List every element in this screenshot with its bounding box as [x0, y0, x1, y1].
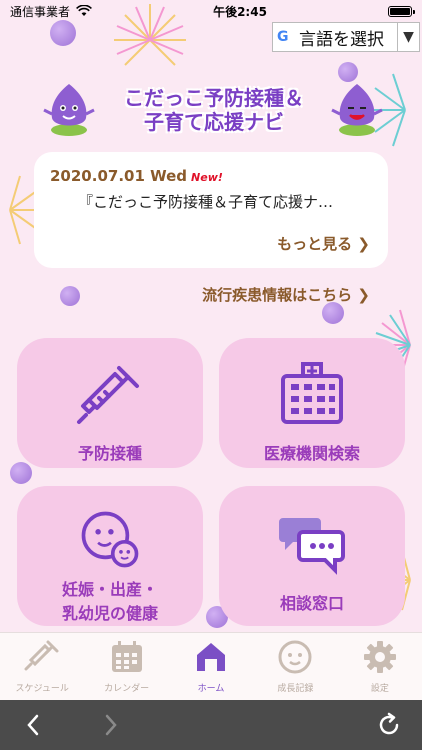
hospital-search-label: 医療機関検索 — [263, 444, 360, 463]
berry-decoration — [10, 462, 32, 484]
new-badge: New! — [191, 171, 223, 184]
consultation-label: 相談窓口 — [279, 594, 344, 613]
dropdown-arrow-icon: ▼ — [397, 23, 419, 51]
tab-schedule-label: スケジュール — [15, 684, 69, 694]
app-header: こだっこ予防接種＆ 子育て応援ナビ — [0, 80, 422, 140]
tab-home[interactable]: ホーム — [169, 633, 253, 700]
language-select-label: 言語を選択 — [299, 29, 384, 50]
maternal-child-health-label: 妊娠・出産・ 乳幼児の健康 — [62, 578, 158, 626]
tab-growth-record[interactable]: 成長記録 — [253, 633, 337, 700]
maternal-child-health-label-line1: 妊娠・出産・ — [61, 580, 158, 599]
vaccination-label: 予防接種 — [77, 444, 142, 463]
more-news-label: もっと見る — [277, 235, 353, 253]
tab-growth-record-label: 成長記録 — [277, 684, 314, 694]
chat-bubbles-icon — [279, 518, 345, 575]
maternal-child-health-tile[interactable]: 妊娠・出産・ 乳幼児の健康 — [17, 486, 203, 626]
tab-home-label: ホーム — [197, 684, 225, 694]
app-title-line1: こだっこ予防接種＆ — [124, 86, 304, 110]
google-logo: G — [277, 29, 289, 45]
reload-button[interactable] — [364, 700, 414, 750]
news-headline[interactable]: 『こだっこ予防接種＆子育て応援ナ… — [50, 191, 372, 212]
berry-decoration — [338, 62, 358, 82]
baby-face-icon — [278, 640, 312, 674]
berry-decoration — [60, 286, 80, 306]
mascot-icon — [331, 84, 383, 136]
app-title: こだっこ予防接種＆ 子育て応援ナビ — [104, 86, 324, 134]
chevron-right-icon — [105, 714, 117, 736]
wifi-icon — [76, 5, 92, 16]
back-button[interactable] — [8, 700, 58, 750]
gear-icon — [363, 641, 396, 673]
news-card: 2020.07.01 Wed New! 『こだっこ予防接種＆子育て応援ナ… もっと… — [34, 152, 388, 268]
epidemic-info-label: 流行疾患情報はこちら — [202, 286, 353, 304]
more-news-link[interactable]: もっと見る ❯ — [277, 233, 370, 254]
news-header: 2020.07.01 Wed New! — [50, 166, 372, 185]
tab-calendar-label: カレンダー — [104, 684, 150, 694]
consultation-tile[interactable]: 相談窓口 — [219, 486, 405, 626]
app-title-line2: 子育て応援ナビ — [144, 110, 284, 134]
epidemic-info-link[interactable]: 流行疾患情報はこちら ❯ — [202, 284, 370, 305]
language-select[interactable]: G 言語を選択 ▼ — [272, 22, 420, 52]
carrier-label: 通信事業者 — [10, 4, 71, 19]
calendar-icon — [111, 641, 142, 672]
vaccination-tile[interactable]: 予防接種 — [17, 338, 203, 468]
tab-settings[interactable]: 設定 — [338, 633, 422, 700]
bottom-tab-bar: スケジュール カレンダー ホーム 成長記録 設定 — [0, 632, 422, 700]
status-bar: 通信事業者 午後2:45 — [0, 0, 422, 22]
berry-decoration — [322, 302, 344, 324]
news-date: 2020.07.01 Wed — [50, 167, 188, 185]
battery-icon — [388, 5, 415, 17]
tab-calendar[interactable]: カレンダー — [84, 633, 168, 700]
tab-schedule[interactable]: スケジュール — [0, 633, 84, 700]
maternal-child-health-label-line2: 乳幼児の健康 — [61, 604, 158, 623]
berry-decoration — [50, 20, 76, 46]
hospital-icon — [281, 362, 343, 424]
chevron-right-icon: ❯ — [357, 286, 370, 304]
browser-toolbar — [0, 700, 422, 750]
home-icon — [197, 643, 226, 671]
hospital-search-tile[interactable]: 医療機関検索 — [219, 338, 405, 468]
forward-button[interactable] — [86, 700, 136, 750]
chevron-left-icon — [27, 714, 39, 736]
syringe-icon — [24, 640, 59, 671]
syringe-icon — [77, 366, 139, 424]
tab-settings-label: 設定 — [370, 684, 389, 694]
clock: 午後2:45 — [213, 4, 267, 19]
chevron-right-icon: ❯ — [357, 235, 370, 253]
mother-child-icon — [81, 511, 139, 568]
status-left: 通信事業者 — [10, 3, 92, 20]
reload-icon — [379, 712, 399, 735]
mascot-icon — [43, 84, 95, 136]
